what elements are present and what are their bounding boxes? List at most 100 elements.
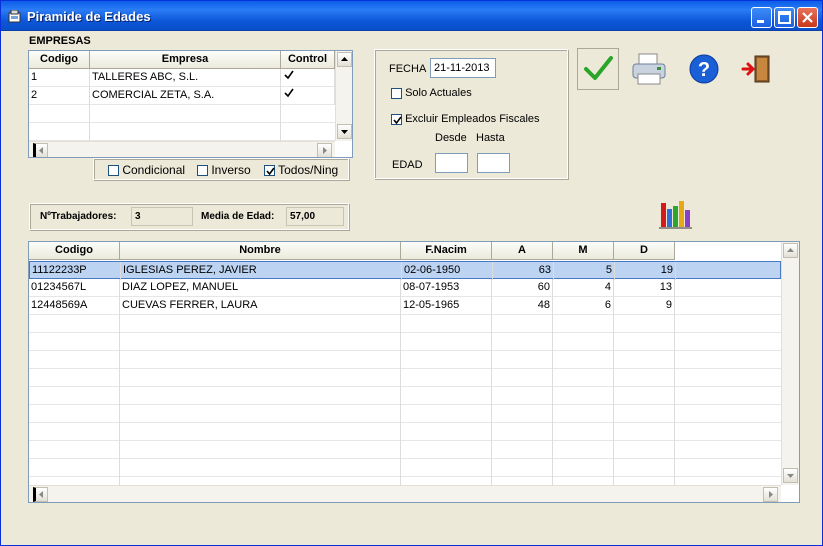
employee-nombre: DIAZ LOPEZ, MANUEL bbox=[120, 279, 401, 297]
window-title: Piramide de Edades bbox=[27, 9, 151, 24]
condicional-label: Condicional bbox=[122, 163, 186, 177]
checkbox-box bbox=[391, 87, 402, 99]
employee-d: 9 bbox=[614, 297, 675, 315]
title-bar[interactable]: Piramide de Edades bbox=[1, 1, 822, 31]
solo-actuales-checkbox[interactable]: Solo Actuales bbox=[391, 87, 472, 99]
accept-button[interactable] bbox=[577, 48, 619, 90]
empresa-row[interactable]: 2 COMERCIAL ZETA, S.A. bbox=[29, 87, 335, 105]
checkmark-icon bbox=[284, 70, 294, 80]
arrow-left-icon bbox=[39, 491, 43, 498]
maximize-button[interactable] bbox=[774, 7, 795, 28]
fecha-input[interactable]: 21-11-2013 bbox=[430, 58, 496, 78]
employees-col-m[interactable]: M bbox=[553, 242, 614, 260]
edad-hasta-input[interactable] bbox=[477, 153, 510, 173]
hasta-label: Hasta bbox=[476, 132, 505, 144]
scroll-left-button[interactable] bbox=[33, 487, 48, 502]
todos-ning-checkbox[interactable]: Todos/Ning bbox=[264, 163, 338, 177]
employee-a: 48 bbox=[492, 297, 553, 315]
arrow-down-icon bbox=[341, 130, 348, 134]
maximize-icon bbox=[778, 11, 791, 24]
trabajadores-label: NºTrabajadores: bbox=[40, 211, 117, 222]
employee-row[interactable]: 12448569A CUEVAS FERRER, LAURA 12-05-196… bbox=[29, 297, 781, 315]
print-button[interactable] bbox=[628, 48, 670, 90]
employee-fnacim: 12-05-1965 bbox=[401, 297, 492, 315]
minimize-button[interactable] bbox=[751, 7, 772, 28]
employee-row[interactable]: 01234567L DIAZ LOPEZ, MANUEL 08-07-1953 … bbox=[29, 279, 781, 297]
empresa-nombre: COMERCIAL ZETA, S.A. bbox=[90, 87, 281, 105]
empresas-section-label: EMPRESAS bbox=[29, 35, 91, 47]
employee-codigo: 01234567L bbox=[29, 279, 120, 297]
arrow-right-icon bbox=[769, 491, 773, 498]
scroll-down-button[interactable] bbox=[783, 468, 798, 483]
scroll-right-button[interactable] bbox=[763, 487, 778, 502]
empresas-col-codigo[interactable]: Codigo bbox=[29, 51, 90, 69]
client-area: EMPRESAS Codigo Empresa Control 1 TALLER… bbox=[5, 32, 818, 542]
empty-cell bbox=[90, 105, 281, 123]
col-divider bbox=[613, 315, 614, 485]
arrow-left-icon bbox=[39, 147, 43, 154]
employee-row[interactable]: 11122233P IGLESIAS PEREZ, JAVIER 02-06-1… bbox=[29, 261, 781, 280]
col-divider bbox=[552, 315, 553, 485]
employees-col-fnacim[interactable]: F.Nacim bbox=[401, 242, 492, 260]
employees-vscroll[interactable] bbox=[781, 242, 799, 485]
employee-m: 6 bbox=[553, 297, 614, 315]
employee-fnacim: 08-07-1953 bbox=[401, 279, 492, 297]
checkbox-box bbox=[197, 165, 208, 177]
arrow-up-icon bbox=[341, 57, 348, 61]
media-edad-label: Media de Edad: bbox=[201, 211, 275, 222]
edad-desde-input[interactable] bbox=[435, 153, 468, 173]
col-divider bbox=[674, 315, 675, 485]
empresas-vscroll[interactable] bbox=[335, 51, 352, 141]
scroll-right-button[interactable] bbox=[317, 143, 332, 157]
checkbox-box bbox=[391, 113, 402, 125]
empresas-grid[interactable]: Codigo Empresa Control 1 TALLERES ABC, S… bbox=[28, 50, 353, 158]
employee-d: 13 bbox=[614, 279, 675, 297]
exit-button[interactable] bbox=[735, 48, 777, 90]
excluir-fiscales-checkbox[interactable]: Excluir Empleados Fiscales bbox=[391, 113, 540, 125]
svg-text:?: ? bbox=[698, 59, 710, 81]
summary-panel: NºTrabajadores: 3 Media de Edad: 57,00 bbox=[29, 203, 349, 230]
employees-grid[interactable]: Codigo Nombre F.Nacim A M D 11122233P IG… bbox=[28, 241, 800, 503]
empresas-hscroll[interactable] bbox=[29, 141, 335, 157]
scroll-up-button[interactable] bbox=[337, 52, 352, 67]
arrow-right-icon bbox=[323, 147, 327, 154]
inverso-label: Inverso bbox=[211, 163, 251, 177]
employee-fnacim: 02-06-1950 bbox=[402, 262, 493, 280]
condicional-checkbox[interactable]: Condicional bbox=[108, 163, 185, 177]
inverso-checkbox[interactable]: Inverso bbox=[197, 163, 251, 177]
empty-rows-area bbox=[29, 315, 781, 485]
employee-a: 63 bbox=[493, 262, 554, 280]
employees-hscroll[interactable] bbox=[29, 485, 781, 502]
help-button[interactable]: ? bbox=[682, 48, 724, 90]
filter-options-box: Condicional Inverso Todos/Ning bbox=[93, 158, 349, 180]
bar-chart-icon bbox=[659, 201, 692, 229]
employee-nombre: IGLESIAS PEREZ, JAVIER bbox=[121, 262, 402, 280]
trabajadores-value: 3 bbox=[131, 207, 193, 226]
employees-col-codigo[interactable]: Codigo bbox=[29, 242, 120, 260]
empresa-row-empty bbox=[29, 123, 335, 141]
employees-col-a[interactable]: A bbox=[492, 242, 553, 260]
scroll-left-button[interactable] bbox=[33, 143, 48, 157]
checkbox-box bbox=[108, 165, 119, 177]
app-icon bbox=[8, 10, 21, 23]
empresa-control-checkbox[interactable] bbox=[281, 87, 335, 105]
checkmark-icon bbox=[284, 88, 294, 98]
employees-col-nombre[interactable]: Nombre bbox=[120, 242, 401, 260]
empresa-nombre: TALLERES ABC, S.L. bbox=[90, 69, 281, 87]
empresa-row[interactable]: 1 TALLERES ABC, S.L. bbox=[29, 69, 335, 87]
col-divider bbox=[491, 315, 492, 485]
scroll-down-button[interactable] bbox=[337, 124, 352, 139]
employees-col-d[interactable]: D bbox=[614, 242, 675, 260]
empresas-col-control[interactable]: Control bbox=[281, 51, 335, 69]
employee-m: 5 bbox=[554, 262, 615, 280]
col-divider bbox=[119, 315, 120, 485]
desde-label: Desde bbox=[435, 132, 467, 144]
params-box: FECHA 21-11-2013 Solo Actuales Excluir E… bbox=[374, 49, 568, 179]
scroll-up-button[interactable] bbox=[783, 243, 798, 258]
empresa-control-checkbox[interactable] bbox=[281, 69, 335, 87]
close-button[interactable] bbox=[797, 7, 818, 28]
media-edad-value: 57,00 bbox=[286, 207, 344, 226]
exit-door-icon bbox=[741, 55, 770, 83]
chart-button[interactable] bbox=[657, 195, 693, 231]
empresas-col-empresa[interactable]: Empresa bbox=[90, 51, 281, 69]
